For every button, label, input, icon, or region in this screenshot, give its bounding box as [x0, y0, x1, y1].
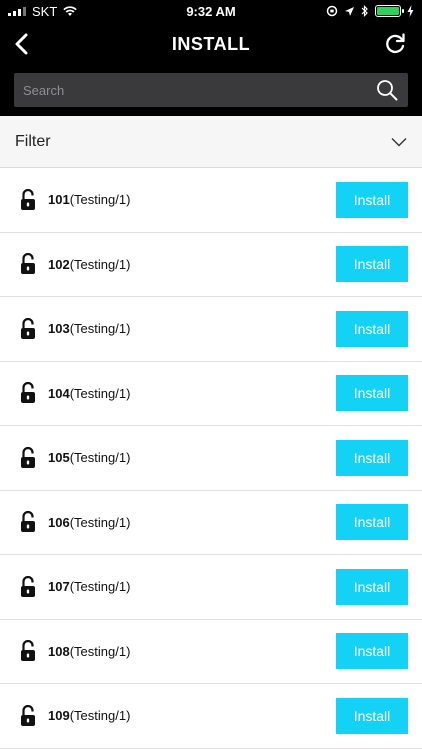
room-detail: (Testing/1)	[69, 643, 131, 659]
install-button[interactable]: Install	[336, 439, 408, 476]
door-lock-icon	[21, 253, 35, 275]
door-lock-icon	[21, 188, 35, 210]
search-bar	[0, 66, 422, 116]
signal-icon	[8, 6, 26, 16]
room-detail: (Testing/1)	[69, 192, 131, 208]
door-lock-icon	[21, 511, 35, 533]
room-list-item: 102(Testing/1) Install	[0, 233, 422, 297]
room-label: 106(Testing/1)	[48, 515, 336, 530]
room-number: 108	[48, 643, 70, 659]
room-list: 101(Testing/1) Install 102(Testing/1) In…	[0, 168, 422, 749]
room-list-item: 105(Testing/1) Install	[0, 426, 422, 491]
room-detail: (Testing/1)	[69, 514, 131, 530]
room-label: 108(Testing/1)	[48, 644, 336, 659]
room-detail: (Testing/1)	[69, 450, 131, 466]
room-list-item: 103(Testing/1) Install	[0, 297, 422, 362]
room-label: 101(Testing/1)	[48, 192, 336, 207]
room-number: 106	[48, 514, 70, 530]
room-detail: (Testing/1)	[69, 385, 131, 401]
install-button[interactable]: Install	[336, 375, 408, 412]
room-list-item: 107(Testing/1) Install	[0, 555, 422, 620]
status-left: SKT	[8, 4, 77, 19]
battery-icon	[375, 5, 404, 17]
door-lock-icon	[21, 640, 35, 662]
nav-bar: INSTALL	[0, 22, 422, 66]
carrier-label: SKT	[32, 3, 58, 19]
door-lock-icon	[21, 317, 35, 339]
door-lock-icon	[21, 575, 35, 597]
wifi-icon	[63, 5, 77, 16]
room-number: 107	[48, 579, 70, 595]
bluetooth-icon	[361, 5, 368, 17]
door-lock-icon	[21, 382, 35, 404]
room-number: 101	[48, 192, 70, 208]
chevron-down-icon	[391, 137, 407, 146]
door-lock-icon	[21, 704, 35, 726]
room-list-item: 108(Testing/1) Install	[0, 620, 422, 684]
search-input[interactable]	[14, 73, 408, 107]
install-button[interactable]: Install	[336, 633, 408, 670]
room-label: 105(Testing/1)	[48, 450, 336, 465]
room-detail: (Testing/1)	[69, 256, 131, 272]
filter-dropdown[interactable]: Filter	[0, 116, 422, 168]
room-list-item: 101(Testing/1) Install	[0, 168, 422, 233]
room-number: 109	[48, 708, 70, 724]
room-list-item: 109(Testing/1) Install	[0, 684, 422, 749]
page-title: INSTALL	[171, 34, 251, 54]
install-button[interactable]: Install	[336, 310, 408, 347]
room-detail: (Testing/1)	[69, 708, 131, 724]
room-label: 103(Testing/1)	[48, 321, 336, 336]
room-label: 102(Testing/1)	[48, 257, 336, 272]
room-number: 105	[48, 450, 70, 466]
location-icon	[345, 6, 354, 16]
room-number: 103	[48, 321, 70, 337]
status-bar: SKT 9:32 AM	[0, 0, 422, 22]
status-right	[326, 5, 414, 17]
room-detail: (Testing/1)	[69, 579, 131, 595]
orientation-lock-icon	[326, 5, 338, 17]
install-button[interactable]: Install	[336, 568, 408, 605]
room-label: 104(Testing/1)	[48, 386, 336, 401]
install-button[interactable]: Install	[336, 697, 408, 734]
room-label: 107(Testing/1)	[48, 579, 336, 594]
room-list-item: 104(Testing/1) Install	[0, 362, 422, 426]
filter-label: Filter	[15, 132, 51, 150]
install-button[interactable]: Install	[336, 246, 408, 283]
search-icon[interactable]	[376, 79, 398, 101]
install-button[interactable]: Install	[336, 181, 408, 218]
room-label: 109(Testing/1)	[48, 708, 336, 723]
search-box	[14, 73, 408, 107]
door-lock-icon	[21, 446, 35, 468]
install-button[interactable]: Install	[336, 504, 408, 541]
room-number: 102	[48, 256, 70, 272]
charging-icon	[407, 5, 414, 17]
room-detail: (Testing/1)	[69, 321, 131, 337]
room-number: 104	[48, 385, 70, 401]
room-list-item: 106(Testing/1) Install	[0, 491, 422, 555]
refresh-icon[interactable]	[382, 31, 408, 57]
